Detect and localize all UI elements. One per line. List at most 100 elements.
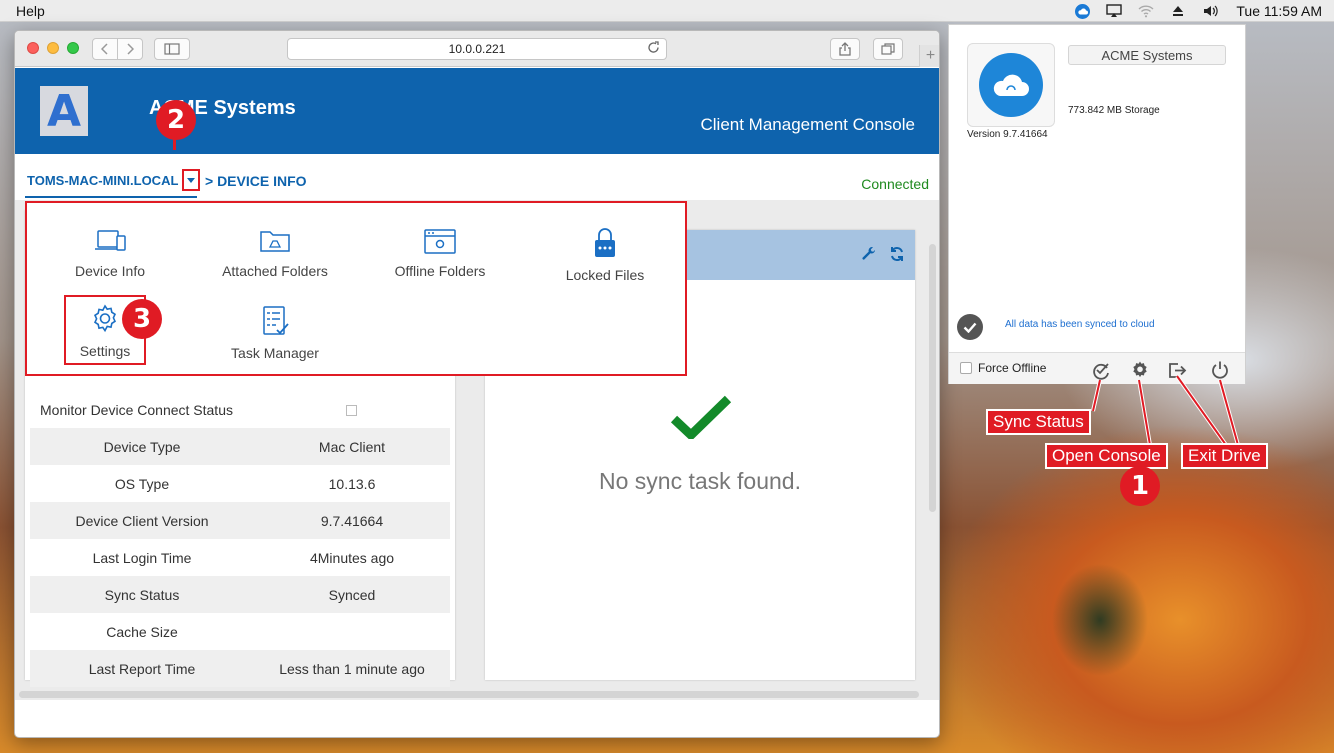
chevron-right-icon (127, 43, 134, 55)
callout-sync-status: Sync Status (986, 409, 1091, 435)
sync-cloud-icon[interactable] (1075, 3, 1091, 19)
company-button[interactable]: ACME Systems (1068, 45, 1226, 65)
callout-exit-drive: Exit Drive (1181, 443, 1268, 469)
app-header: A ACME Systems Client Management Console (15, 68, 939, 154)
empty-state-text: No sync task found. (599, 468, 801, 494)
row-key: OS Type (114, 475, 170, 492)
tabs-icon (881, 43, 895, 55)
device-dropdown-button[interactable] (182, 169, 200, 191)
sync-app-panel: Version 9.7.41664 ACME Systems 773.842 M… (948, 24, 1246, 384)
breadcrumb-device[interactable]: TOMS-MAC-MINI.LOCAL (27, 173, 178, 188)
close-window-button[interactable] (27, 42, 39, 54)
forward-button[interactable] (117, 38, 143, 60)
row-key: Cache Size (106, 623, 178, 640)
menu-item-label: Attached Folders (222, 263, 328, 279)
annotation-badge-3: 3 (122, 299, 162, 339)
menubar-clock[interactable]: Tue 11:59 AM (1236, 3, 1322, 19)
menu-item-label: Settings (79, 343, 131, 359)
menu-item-label: Task Manager (231, 345, 319, 361)
menubar-status-area: Tue 11:59 AM (1075, 0, 1322, 22)
table-row: Device Type Mac Client (30, 428, 450, 465)
row-key: Device Client Version (75, 512, 209, 529)
row-value: 9.7.41664 (320, 512, 384, 529)
synced-status-text: All data has been synced to cloud (1005, 319, 1155, 330)
cloud-icon (993, 74, 1029, 96)
lock-icon (595, 228, 615, 257)
monitor-checkbox[interactable] (346, 405, 357, 416)
menubar: Help Tue 11:59 AM (0, 0, 1334, 22)
table-row: OS Type 10.13.6 (30, 465, 450, 502)
menu-item-label: Device Info (74, 263, 146, 279)
plus-icon: + (925, 47, 936, 64)
table-row: Last Login Time 4Minutes ago (30, 539, 450, 576)
table-row: Sync Status Synced (30, 576, 450, 613)
company-logo: A (40, 85, 88, 137)
vertical-scrollbar[interactable] (929, 244, 936, 512)
show-tabs-button[interactable] (873, 38, 903, 60)
menu-item-label: Offline Folders (394, 263, 486, 279)
browser-toolbar: 10.0.0.221 + (15, 31, 939, 67)
minimize-window-button[interactable] (47, 42, 59, 54)
menu-item-label: Locked Files (565, 267, 645, 283)
row-value: Less than 1 minute ago (279, 660, 425, 677)
device-menu-dropdown: Device Info Attached Folders Offline Fol… (25, 201, 687, 376)
menu-item-task-manager[interactable]: Task Manager (200, 305, 350, 361)
zoom-window-button[interactable] (67, 42, 79, 54)
eject-icon[interactable] (1170, 4, 1186, 18)
reload-icon[interactable] (647, 41, 660, 54)
address-bar[interactable]: 10.0.0.221 (287, 38, 667, 60)
checklist-icon (263, 306, 289, 335)
url-text: 10.0.0.221 (448, 42, 506, 56)
sync-status-icon[interactable] (1091, 360, 1111, 380)
menu-item-device-info[interactable]: Device Info (35, 227, 185, 279)
laptop-icon (95, 230, 126, 251)
share-icon (839, 42, 851, 56)
console-title: Client Management Console (700, 115, 915, 134)
app-version: Version 9.7.41664 (967, 129, 1048, 140)
logo-letter: A (46, 85, 82, 137)
row-value: Synced (328, 586, 376, 603)
app-footer: Force Offline (949, 352, 1245, 384)
desktop-trees (1040, 540, 1160, 680)
menu-help[interactable]: Help (16, 3, 45, 19)
horizontal-scrollbar[interactable] (19, 691, 919, 698)
volume-icon[interactable] (1202, 4, 1220, 18)
open-console-gear-icon[interactable] (1130, 360, 1150, 380)
chevron-left-icon (101, 43, 108, 55)
row-value: 10.13.6 (328, 475, 376, 492)
force-offline-label[interactable]: Force Offline (978, 361, 1046, 375)
caret-down-icon (187, 177, 195, 183)
wrench-icon[interactable] (861, 246, 877, 262)
monitor-label: Monitor Device Connect Status (40, 402, 233, 418)
menu-item-attached-folders[interactable]: Attached Folders (200, 227, 350, 279)
breadcrumb: TOMS-MAC-MINI.LOCAL > DEVICE INFO Connec… (15, 154, 939, 200)
row-key: Last Login Time (92, 549, 192, 566)
connection-status: Connected (861, 176, 929, 192)
breadcrumb-underline (25, 196, 197, 198)
force-offline-checkbox[interactable] (960, 362, 972, 374)
share-button[interactable] (830, 38, 860, 60)
offline-folder-icon (424, 229, 456, 254)
sidebar-icon (164, 43, 180, 55)
callout-open-console: Open Console (1045, 443, 1168, 469)
exit-drive-icon[interactable] (1167, 360, 1187, 380)
row-value: Mac Client (318, 438, 386, 455)
folder-icon (260, 231, 290, 252)
sidebar-toggle-button[interactable] (154, 38, 190, 60)
annotation-badge-1: 1 (1120, 466, 1160, 506)
gear-icon (93, 304, 117, 333)
wifi-icon[interactable] (1138, 4, 1154, 18)
browser-window: 10.0.0.221 + A ACME Systems Client Manag… (14, 30, 940, 738)
table-row: Last Report Time Less than 1 minute ago (30, 650, 450, 687)
refresh-icon[interactable] (889, 246, 905, 262)
menu-item-offline-folders[interactable]: Offline Folders (365, 227, 515, 279)
back-button[interactable] (92, 38, 118, 60)
new-tab-button[interactable]: + (919, 45, 939, 67)
app-icon (967, 43, 1055, 127)
table-row: Device Client Version 9.7.41664 (30, 502, 450, 539)
row-key: Sync Status (104, 586, 180, 603)
menu-item-locked-files[interactable]: Locked Files (530, 227, 680, 283)
airplay-icon[interactable] (1106, 4, 1123, 18)
power-icon[interactable] (1210, 360, 1230, 380)
table-row: Cache Size (30, 613, 450, 650)
